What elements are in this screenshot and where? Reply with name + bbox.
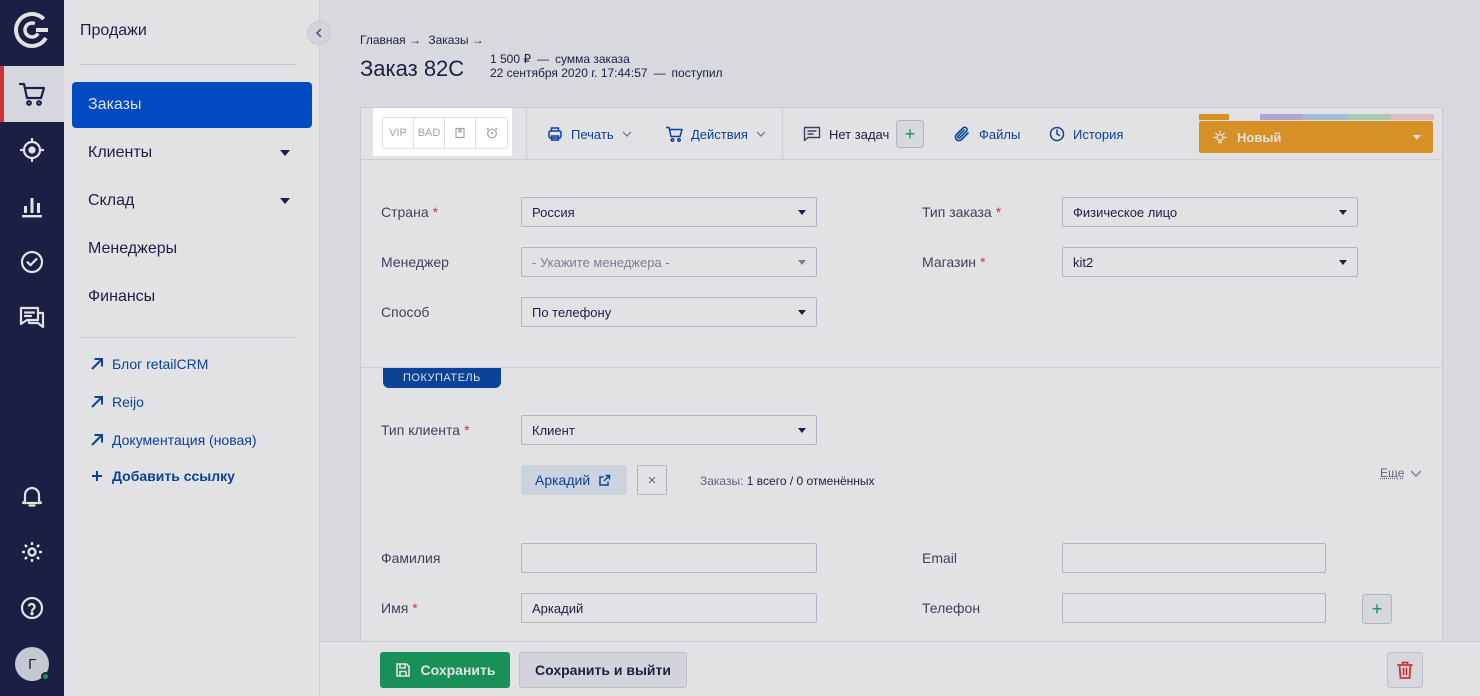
tags-spotlight: VIP BAD bbox=[373, 108, 512, 156]
order-tags: VIP BAD bbox=[382, 117, 508, 149]
bad-tag[interactable]: BAD bbox=[414, 118, 445, 148]
dim-overlay bbox=[0, 108, 373, 156]
alarm-clock-icon bbox=[485, 127, 498, 139]
dim-overlay bbox=[512, 108, 1480, 156]
vip-tag[interactable]: VIP bbox=[383, 118, 414, 148]
dim-overlay bbox=[0, 0, 1480, 108]
bookmark-icon bbox=[455, 127, 465, 139]
bookmark-tag[interactable] bbox=[445, 118, 476, 148]
dim-overlay bbox=[0, 156, 1480, 696]
alarm-tag[interactable] bbox=[476, 118, 507, 148]
